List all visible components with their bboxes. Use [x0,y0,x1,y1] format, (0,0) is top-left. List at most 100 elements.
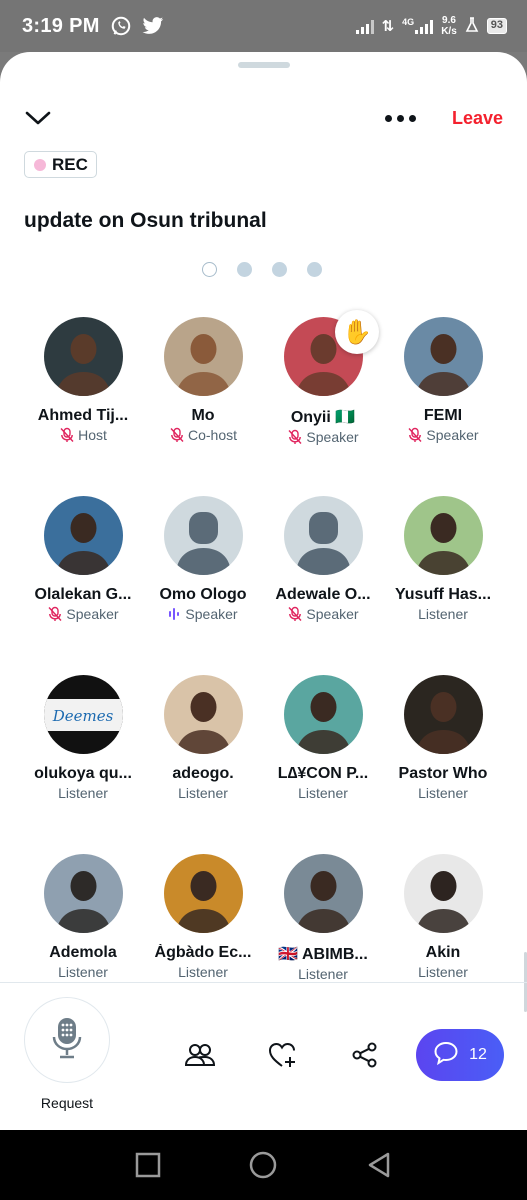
participant-card[interactable]: Adewale O... Speaker [263,495,383,674]
avatar[interactable] [43,317,123,396]
flask-icon [465,16,479,36]
people-icon[interactable] [185,1040,215,1070]
participant-name: Ahmed Tij... [37,407,129,424]
avatar[interactable] [403,317,483,396]
data-transfer-icon: ⇅ [381,18,395,35]
participant-name: FEMI [423,407,463,424]
participant-name: Omo Ologo [159,586,247,603]
avatar[interactable] [403,496,483,575]
participant-card[interactable]: Omo Ologo Speaker [143,495,263,674]
avatar[interactable] [403,675,483,754]
role-label: Host [78,427,107,443]
participant-name: Àgbàdo Ec... [154,944,252,961]
page-dot[interactable] [272,262,287,277]
network-speed: 9.6 K/s [441,15,457,37]
request-to-speak-button[interactable] [24,997,110,1083]
participant-card[interactable]: Akin Listener [383,853,503,1032]
participant-name: Pastor Who [398,765,488,782]
avatar[interactable] [163,317,243,396]
more-options-icon[interactable] [384,114,416,122]
chat-bubble-icon [433,1040,459,1071]
svg-text:Deemes: Deemes [51,707,113,725]
role-label: Listener [178,964,228,980]
avatar[interactable] [163,675,243,754]
home-icon[interactable] [243,1145,283,1185]
request-label: Request [40,1095,94,1111]
participant-role: Speaker [47,606,119,622]
participant-role: Listener [298,966,348,982]
add-reaction-heart-icon[interactable] [268,1040,298,1070]
back-icon[interactable] [359,1145,399,1185]
participant-card[interactable]: 🇬🇧 ABIMB... Listener [263,853,383,1032]
avatar[interactable] [283,496,363,575]
participant-card[interactable]: Àgbàdo Ec... Listener [143,853,263,1032]
page-dot[interactable] [307,262,322,277]
leave-button[interactable]: Leave [452,108,503,129]
participant-card[interactable]: L∆¥CON P... Listener [263,674,383,853]
space-title: update on Osun tribunal [24,209,267,232]
participant-card[interactable]: Pastor Who Listener [383,674,503,853]
chat-button[interactable]: 12 [416,1029,504,1081]
participant-card[interactable]: Ahmed Tij... Host [23,316,143,495]
avatar[interactable] [43,854,123,933]
avatar[interactable] [163,496,243,575]
page-dot[interactable] [202,262,217,277]
avatar[interactable] [283,854,363,933]
role-label: Co-host [187,427,238,443]
recent-apps-icon[interactable] [128,1145,168,1185]
signal-strength-icon [415,18,434,34]
avatar[interactable] [163,854,243,933]
role-label: Speaker [426,427,479,443]
role-label: Listener [298,785,348,801]
participant-role: Listener [418,785,468,801]
participant-name: L∆¥CON P... [277,765,369,782]
avatar[interactable] [283,675,363,754]
speaking-waveform-icon [168,607,182,621]
bottom-divider [0,982,527,983]
participant-card[interactable]: adeogo. Listener [143,674,263,853]
role-label: Speaker [306,429,359,445]
participant-card[interactable]: Olalekan G... Speaker [23,495,143,674]
role-label: Listener [298,966,348,982]
participant-card[interactable]: Yusuff Has... Listener [383,495,503,674]
participant-card[interactable]: FEMI Speaker [383,316,503,495]
mic-muted-icon [59,427,75,443]
share-icon[interactable] [350,1040,380,1070]
page-dot[interactable] [237,262,252,277]
role-label: Listener [58,785,108,801]
participant-role: Speaker [168,606,238,622]
participant-name: olukoya qu... [34,765,132,782]
participants-grid: Ahmed Tij... Host Mo Co-host ✋ Onyii 🇳🇬 Speake… [23,310,503,1032]
page-indicator [202,262,322,277]
avatar[interactable] [43,496,123,575]
participant-card[interactable]: ✋ Onyii 🇳🇬 Speaker [263,310,383,495]
mic-muted-icon [287,606,303,622]
participant-role: Host [59,427,107,443]
participant-role: Listener [58,785,108,801]
role-label: Speaker [306,606,359,622]
participant-name: Onyii 🇳🇬 [290,409,356,426]
recording-badge: REC [24,151,97,178]
sheet-grabber[interactable] [238,62,290,68]
role-label: Listener [418,785,468,801]
mic-muted-icon [169,427,185,443]
participant-role: Speaker [287,606,359,622]
chevron-down-icon[interactable] [24,108,52,128]
participant-name: adeogo. [172,765,234,782]
participant-name: Akin [425,944,461,961]
role-label: Listener [418,964,468,980]
participant-name: Ademola [49,944,117,961]
participant-name: Mo [191,407,215,424]
speed-value: 9.6 [442,15,456,26]
role-label: Listener [418,606,468,622]
avatar[interactable]: Deemes [43,675,123,754]
participant-role: Listener [58,964,108,980]
participant-card[interactable]: Mo Co-host [143,316,263,495]
avatar[interactable] [403,854,483,933]
battery-indicator: 93 [486,18,507,34]
recording-label: REC [52,154,88,174]
participant-role: Listener [418,606,468,622]
role-label: Speaker [66,606,119,622]
status-bar: 3:19 PM ⇅ 4G 9.6 K/s 93 [0,0,527,52]
participant-card[interactable]: Deemes olukoya qu... Listener [23,674,143,853]
